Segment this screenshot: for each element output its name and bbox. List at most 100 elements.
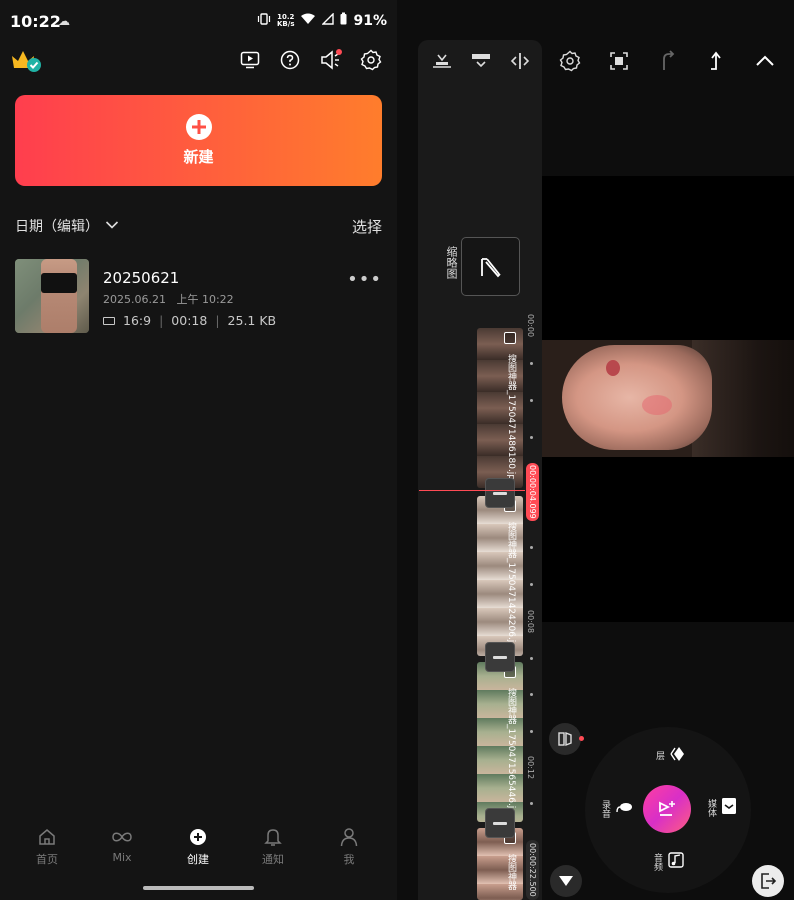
- wheel-audio-label: 音频: [652, 852, 662, 871]
- battery-percent: 91%: [353, 12, 387, 29]
- clip-name: 搜图神器_1750471565446.jpg: [506, 688, 516, 820]
- playhead-line[interactable]: [419, 490, 525, 491]
- net-speed-unit: KB/s: [277, 19, 295, 28]
- nav-me-label: 我: [343, 853, 355, 866]
- person-icon: [338, 826, 360, 848]
- home-indicator[interactable]: [143, 886, 254, 890]
- music-note-icon: [667, 851, 685, 872]
- wheel-media-label: 媒体: [706, 798, 716, 817]
- nav-create-label: 创建: [187, 853, 209, 866]
- collapse-chevron-up-icon[interactable]: [752, 48, 778, 74]
- ruler-label: 00:08: [526, 610, 535, 634]
- settings-gear-icon[interactable]: [359, 48, 383, 72]
- project-date-value: 2025.06.21: [103, 293, 166, 306]
- project-thumbnail[interactable]: [15, 259, 89, 333]
- add-layer-center-button[interactable]: [643, 785, 691, 833]
- timeline-ruler: 00:00 00:08 00:12: [526, 312, 538, 900]
- collapse-down-button[interactable]: [550, 865, 582, 897]
- create-plus-icon: [187, 826, 209, 848]
- timeline-clip[interactable]: 搜图神器: [477, 828, 523, 900]
- new-project-label: 新建: [183, 148, 214, 166]
- redo-icon[interactable]: [655, 48, 681, 74]
- split-icon[interactable]: [507, 48, 533, 74]
- status-time: 10:22: [10, 12, 61, 31]
- bell-icon: [262, 826, 284, 848]
- nav-mix[interactable]: Mix: [92, 826, 152, 864]
- wheel-option-media[interactable]: 媒体: [705, 797, 737, 818]
- wheel-option-layer[interactable]: 层: [653, 745, 689, 766]
- home-top-bar: [0, 46, 397, 76]
- timeline-clip[interactable]: 搜图神器_1750471486180.jpg: [477, 328, 523, 488]
- wheel-option-record[interactable]: 录音: [599, 799, 633, 818]
- project-meta: 16:9 | 00:18 | 25.1 KB: [103, 313, 276, 328]
- video-preview[interactable]: [542, 176, 794, 622]
- fullscreen-icon[interactable]: [606, 48, 632, 74]
- project-title: 20250621: [103, 269, 180, 287]
- editor-settings-gear-icon[interactable]: [557, 48, 583, 74]
- announcement-icon[interactable]: [319, 48, 343, 72]
- project-time-value: 上午 10:22: [176, 293, 234, 306]
- media-image-icon: [721, 797, 737, 818]
- sort-label: 日期（编辑）: [15, 219, 99, 235]
- wheel-option-audio[interactable]: 音频: [651, 851, 685, 872]
- status-right: 10.2 KB/s 91%: [257, 11, 387, 29]
- select-button[interactable]: 选择: [352, 216, 382, 237]
- project-date: 2025.06.21 上午 10:22: [103, 291, 234, 307]
- clip-name: 搜图神器: [506, 854, 516, 890]
- crown-icon[interactable]: [10, 48, 44, 74]
- aspect-ratio-icon: [103, 316, 115, 325]
- ruler-tick: [530, 657, 533, 660]
- ruler-tick: [530, 693, 533, 696]
- status-bar: 10:22 ☁ 10.2 KB/s 91%: [0, 0, 397, 44]
- clip-joint-handle[interactable]: [485, 642, 515, 672]
- ruler-label: 00:00: [526, 314, 535, 338]
- microphone-icon: [615, 799, 633, 818]
- ruler-tick: [530, 546, 533, 549]
- project-duration: 00:18: [171, 313, 208, 328]
- clip-joint-handle[interactable]: [485, 808, 515, 838]
- battery-icon: [340, 12, 347, 29]
- add-layer-wheel: 层 媒体 音频 录音: [585, 727, 751, 893]
- sort-dropdown[interactable]: 日期（编辑）: [15, 216, 119, 236]
- clip-name: 搜图神器_1750471424206.jpg: [506, 522, 516, 654]
- ruler-tick: [530, 802, 533, 805]
- ruler-tick: [530, 436, 533, 439]
- chevron-down-icon: [105, 218, 119, 234]
- timeline-end-time: 00:00:22.500: [526, 840, 539, 900]
- ruler-tick: [530, 362, 533, 365]
- more-options-icon[interactable]: •••: [347, 269, 382, 290]
- wheel-record-label: 录音: [600, 799, 610, 818]
- transition-button[interactable]: [549, 723, 584, 755]
- home-icon: [36, 826, 58, 848]
- image-badge-icon: [504, 332, 516, 344]
- ruler-label: 00:12: [526, 756, 535, 780]
- exit-button[interactable]: [752, 865, 784, 897]
- nav-notifications-label: 通知: [262, 853, 284, 866]
- nav-create[interactable]: 创建: [168, 826, 228, 867]
- project-item[interactable]: 20250621 2025.06.21 上午 10:22 16:9 | 00:1…: [15, 259, 382, 335]
- timeline-clip[interactable]: 搜图神器_1750471565446.jpg: [477, 662, 523, 822]
- align-top-icon[interactable]: [429, 48, 455, 74]
- playhead-time: 00:00:04.099: [526, 463, 539, 521]
- plus-icon: [185, 114, 212, 140]
- align-bottom-icon[interactable]: [468, 48, 494, 74]
- nav-home[interactable]: 首页: [17, 826, 77, 867]
- nav-notifications[interactable]: 通知: [243, 826, 303, 867]
- meta-separator: |: [215, 313, 220, 328]
- help-icon[interactable]: [278, 48, 302, 72]
- clip-name: 搜图神器_1750471486180.jpg: [506, 354, 516, 486]
- timeline-clip[interactable]: 搜图神器_1750471424206.jpg: [477, 496, 523, 656]
- project-size: 25.1 KB: [227, 313, 277, 328]
- nav-me[interactable]: 我: [319, 826, 379, 867]
- export-icon[interactable]: [703, 48, 729, 74]
- nav-home-label: 首页: [36, 853, 58, 866]
- infinity-icon: [111, 826, 133, 848]
- thumbnail-cover-button[interactable]: [461, 237, 520, 296]
- layer-diamond-icon: [669, 745, 689, 766]
- ruler-tick: [530, 583, 533, 586]
- new-project-button[interactable]: 新建: [15, 95, 382, 186]
- editor-toolbar: [397, 40, 794, 80]
- clip-joint-handle[interactable]: [485, 478, 515, 508]
- tutorial-video-icon[interactable]: [238, 48, 262, 72]
- signal-icon: [321, 11, 335, 29]
